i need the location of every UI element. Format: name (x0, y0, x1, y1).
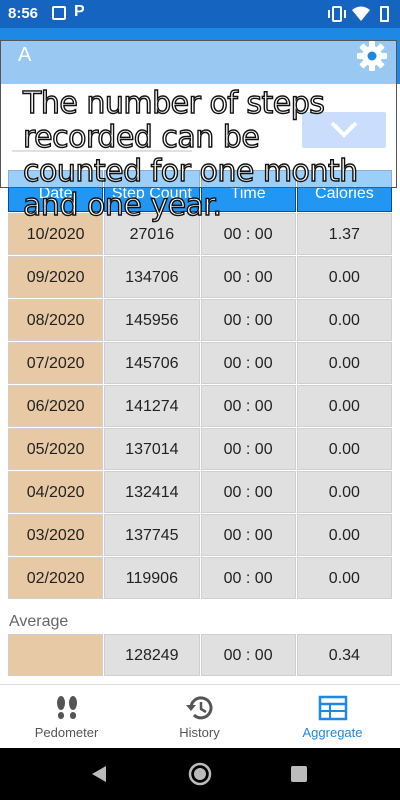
steps-cell: 145706 (104, 342, 200, 384)
time-cell: 00 : 00 (200, 428, 296, 470)
average-values: 128249 00 : 00 0.34 (8, 634, 392, 676)
back-icon[interactable] (90, 764, 108, 784)
help-tooltip[interactable]: The number of steps recorded can be coun… (0, 40, 397, 223)
calories-cell: 0.00 (296, 342, 392, 384)
calories-cell: 0.00 (296, 514, 392, 556)
system-navigation-bar (0, 748, 400, 800)
image-notification-icon (52, 6, 66, 20)
time-cell: 00 : 00 (200, 514, 296, 556)
date-cell: 06/2020 (8, 385, 104, 427)
calories-cell: 0.00 (296, 557, 392, 599)
time-cell: 00 : 00 (200, 342, 296, 384)
steps-cell: 145956 (104, 299, 200, 341)
time-cell: 00 : 00 (200, 256, 296, 298)
steps-cell: 132414 (104, 471, 200, 513)
vibrate-icon (328, 6, 346, 26)
status-bar: 8:56 P (0, 0, 400, 28)
average-time-cell: 00 : 00 (200, 634, 296, 676)
average-steps-cell: 128249 (104, 634, 200, 676)
steps-cell: 141274 (104, 385, 200, 427)
battery-icon (380, 6, 389, 22)
time-cell: 00 : 00 (200, 471, 296, 513)
time-cell: 00 : 00 (200, 385, 296, 427)
table-row: 09/2020 134706 00 : 00 0.00 (8, 256, 392, 298)
date-cell: 07/2020 (8, 342, 104, 384)
gear-icon[interactable] (356, 40, 388, 72)
table-row: 08/2020 145956 00 : 00 0.00 (8, 299, 392, 341)
nav-history[interactable]: History (133, 685, 266, 749)
table-row: 06/2020 141274 00 : 00 0.00 (8, 385, 392, 427)
status-time: 8:56 (8, 5, 39, 22)
table-row: 07/2020 145706 00 : 00 0.00 (8, 342, 392, 384)
home-icon[interactable] (188, 762, 212, 786)
recents-icon[interactable] (290, 765, 308, 783)
nav-pedometer[interactable]: Pedometer (0, 685, 133, 749)
wifi-icon (352, 6, 370, 26)
table-row: 03/2020 137745 00 : 00 0.00 (8, 514, 392, 556)
average-row: 128249 00 : 00 0.34 (8, 634, 392, 676)
nav-aggregate[interactable]: Aggregate (266, 685, 399, 749)
table-icon (318, 695, 348, 721)
calories-cell: 0.00 (296, 256, 392, 298)
time-cell: 00 : 00 (200, 557, 296, 599)
average-calories-cell: 0.34 (296, 634, 392, 676)
steps-cell: 137745 (104, 514, 200, 556)
time-cell: 00 : 00 (200, 299, 296, 341)
average-date-cell (8, 634, 104, 676)
aggregate-table: Date Step Count Time Calories 10/2020 27… (8, 170, 392, 599)
tooltip-text: The number of steps recorded can be coun… (22, 86, 359, 223)
nav-pedometer-label: Pedometer (34, 725, 99, 740)
table-row: 04/2020 132414 00 : 00 0.00 (8, 471, 392, 513)
table-row: 02/2020 119906 00 : 00 0.00 (8, 557, 392, 599)
steps-cell: 137014 (104, 428, 200, 470)
calories-cell: 0.00 (296, 385, 392, 427)
footprints-icon (57, 696, 77, 719)
date-cell: 04/2020 (8, 471, 104, 513)
nav-aggregate-label: Aggregate (302, 725, 363, 740)
steps-cell: 119906 (104, 557, 200, 599)
date-cell: 08/2020 (8, 299, 104, 341)
average-label: Average (9, 613, 69, 630)
calories-cell: 0.00 (296, 299, 392, 341)
date-cell: 02/2020 (8, 557, 104, 599)
date-cell: 03/2020 (8, 514, 104, 556)
calories-cell: 0.00 (296, 428, 392, 470)
steps-cell: 134706 (104, 256, 200, 298)
bottom-navigation: Pedometer History Aggregate (0, 684, 400, 748)
nav-history-label: History (179, 725, 220, 740)
date-cell: 05/2020 (8, 428, 104, 470)
calories-cell: 0.00 (296, 471, 392, 513)
date-cell: 09/2020 (8, 256, 104, 298)
table-row: 05/2020 137014 00 : 00 0.00 (8, 428, 392, 470)
history-icon (186, 696, 213, 720)
p-notification-icon: P (74, 3, 85, 20)
